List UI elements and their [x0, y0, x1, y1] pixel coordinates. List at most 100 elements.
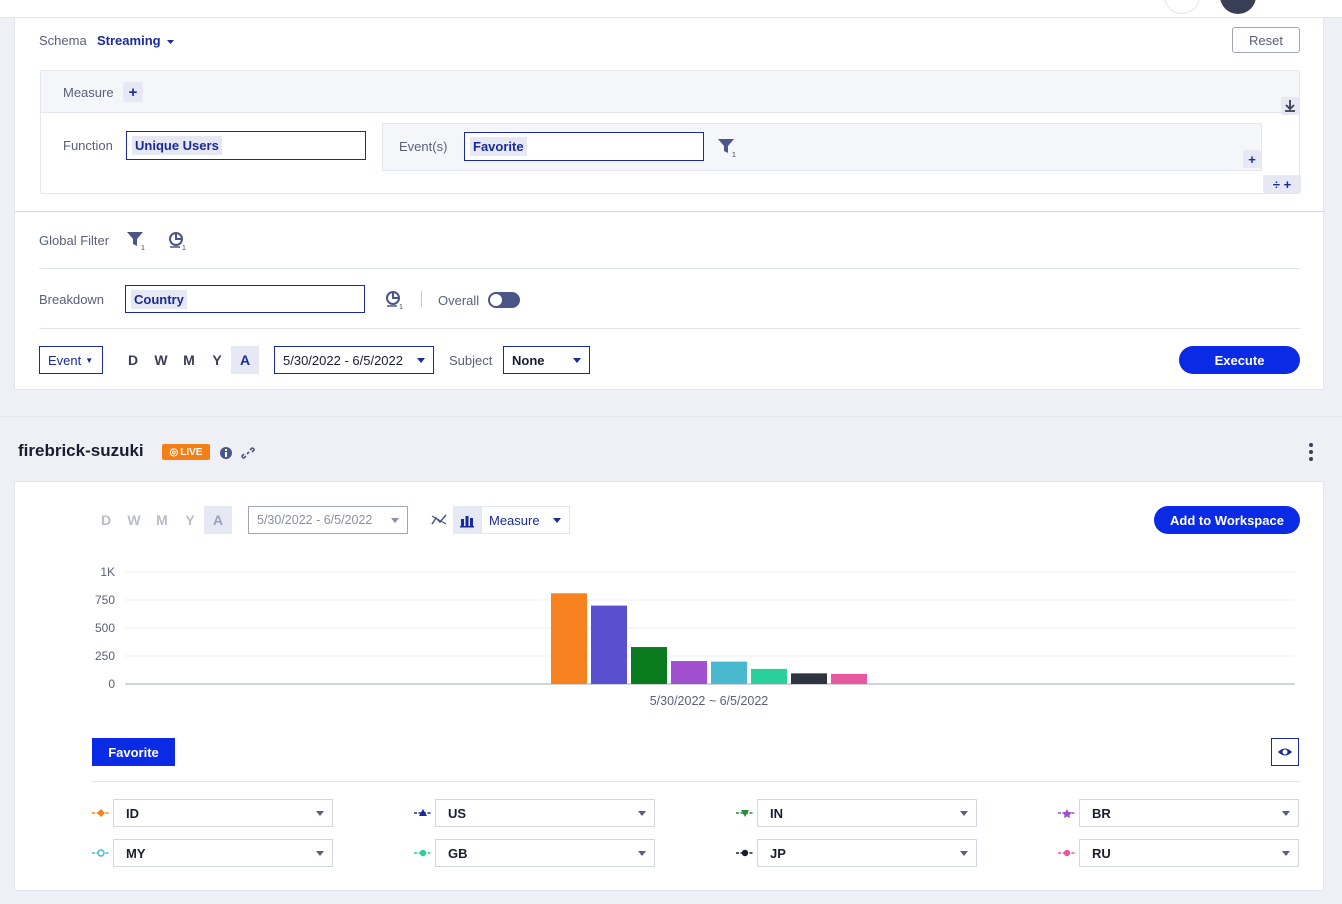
bar-chart-icon[interactable]	[453, 506, 481, 534]
legend-marker-icon	[92, 809, 110, 817]
schema-value: Streaming	[97, 33, 161, 48]
segment-icon[interactable]: 1	[385, 290, 405, 310]
legend-series-dropdown[interactable]: BR	[1079, 799, 1299, 827]
caret-down-icon	[638, 811, 646, 816]
legend-series-dropdown[interactable]: ID	[113, 799, 333, 827]
schema-dropdown[interactable]: Streaming	[97, 33, 175, 48]
events-field[interactable]: Favorite	[464, 132, 704, 161]
caret-down-icon	[167, 39, 175, 44]
granularity-m[interactable]: M	[175, 346, 203, 374]
bar-br[interactable]	[671, 661, 707, 684]
link-icon[interactable]	[241, 446, 255, 460]
granularity-a[interactable]: A	[231, 346, 259, 374]
live-badge-text: LIVE	[180, 446, 203, 458]
legend-marker-icon	[736, 810, 754, 817]
bar-in[interactable]	[631, 647, 667, 684]
granularity-w[interactable]: W	[147, 346, 175, 374]
y-tick-label: 1K	[100, 565, 115, 579]
avatar[interactable]	[1220, 0, 1256, 14]
function-label: Function	[63, 138, 113, 153]
caret-down-icon	[960, 811, 968, 816]
subject-dropdown[interactable]: None	[503, 346, 590, 374]
add-measure-button[interactable]: +	[123, 82, 143, 102]
bar-gb[interactable]	[751, 668, 787, 684]
caret-down-icon	[391, 518, 399, 523]
divide-add-button[interactable]: ÷ +	[1263, 175, 1301, 193]
segment-icon[interactable]: 1	[168, 231, 188, 251]
measure-header: Measure +	[41, 71, 1299, 113]
filter-icon[interactable]: 1	[717, 138, 737, 158]
report-granularity-y[interactable]: Y	[176, 506, 204, 534]
global-filter-label: Global Filter	[39, 233, 110, 248]
legend-marker-icon	[414, 849, 432, 857]
granularity-d[interactable]: D	[119, 346, 147, 374]
notification-icon[interactable]	[1164, 0, 1200, 14]
bar-my[interactable]	[711, 661, 747, 684]
legend-series-label: GB	[448, 845, 468, 861]
legend-series-dropdown[interactable]: RU	[1079, 839, 1299, 867]
subject-value: None	[512, 352, 545, 368]
event-chip: Favorite	[470, 137, 527, 156]
legend-series-label: RU	[1092, 845, 1111, 861]
execute-button[interactable]: Execute	[1179, 346, 1300, 374]
more-options-icon[interactable]	[1309, 443, 1313, 464]
breakdown-field[interactable]: Country	[125, 285, 365, 313]
caret-down-icon	[316, 851, 324, 856]
caret-down-icon	[553, 518, 561, 523]
caret-down-icon	[417, 358, 425, 363]
caret-down-icon	[638, 851, 646, 856]
date-range-value: 5/30/2022 - 6/5/2022	[283, 352, 403, 368]
legend-series-dropdown[interactable]: IN	[757, 799, 977, 827]
legend-series-dropdown[interactable]: GB	[435, 839, 655, 867]
report-granularity-a[interactable]: A	[204, 506, 232, 534]
date-range-picker[interactable]: 5/30/2022 - 6/5/2022	[274, 346, 434, 374]
chart-panel: D W M Y A 5/30/2022 - 6/5/2022 Measure A…	[14, 481, 1324, 891]
svg-text:1: 1	[141, 245, 145, 251]
bar-us[interactable]	[591, 605, 627, 684]
legend-marker-icon	[414, 809, 432, 816]
event-mode-value: Event	[48, 352, 82, 368]
events-label: Event(s)	[399, 139, 448, 154]
overall-toggle[interactable]	[488, 292, 520, 308]
line-chart-icon[interactable]	[425, 506, 453, 534]
bar-ru[interactable]	[831, 673, 867, 684]
event-mode-dropdown[interactable]: Event ▼	[39, 346, 103, 374]
info-icon[interactable]	[219, 446, 233, 460]
measure-box: Measure + Function Unique Users Event(s)…	[40, 70, 1301, 194]
report-granularity-d[interactable]: D	[92, 506, 120, 534]
legend-series-dropdown[interactable]: JP	[757, 839, 977, 867]
granularity-y[interactable]: Y	[203, 346, 231, 374]
function-field[interactable]: Unique Users	[126, 131, 366, 160]
bar-jp[interactable]	[791, 673, 827, 684]
add-to-workspace-button[interactable]: Add to Workspace	[1154, 506, 1300, 534]
bar-id[interactable]	[551, 593, 587, 684]
divider	[39, 268, 1301, 269]
measure-dropdown[interactable]: Measure	[481, 506, 570, 534]
y-tick-label: 250	[95, 649, 115, 663]
legend-series-dropdown[interactable]: US	[435, 799, 655, 827]
divider	[92, 781, 1300, 782]
measure-dropdown-value: Measure	[489, 512, 540, 528]
bottom-strip	[0, 898, 1342, 904]
svg-text:1: 1	[182, 245, 186, 251]
report-granularity-w[interactable]: W	[120, 506, 148, 534]
bar-chart: 1K 750 500 250 0 5/30/2022 ~ 6/5/2022	[95, 565, 1295, 708]
caret-down-icon	[1282, 811, 1290, 816]
download-icon[interactable]	[1281, 97, 1299, 115]
reset-button[interactable]: Reset	[1232, 27, 1300, 53]
report-granularity-m[interactable]: M	[148, 506, 176, 534]
report-title: firebrick-suzuki	[18, 441, 144, 460]
filter-icon[interactable]: 1	[126, 231, 146, 251]
query-panel: Schema Streaming Reset Measure + Functio…	[14, 18, 1325, 390]
series-tab-favorite[interactable]: Favorite	[92, 738, 175, 766]
legend-series-dropdown[interactable]: MY	[113, 839, 333, 867]
divider	[15, 211, 1325, 212]
svg-text:1: 1	[732, 152, 736, 158]
separator	[421, 291, 422, 307]
y-tick-label: 0	[108, 677, 115, 691]
eye-icon[interactable]	[1271, 738, 1299, 766]
report-date-range-picker[interactable]: 5/30/2022 - 6/5/2022	[248, 506, 408, 534]
divider	[39, 328, 1301, 329]
add-event-button[interactable]: +	[1243, 150, 1261, 168]
live-badge: ◎ LIVE	[162, 444, 210, 460]
